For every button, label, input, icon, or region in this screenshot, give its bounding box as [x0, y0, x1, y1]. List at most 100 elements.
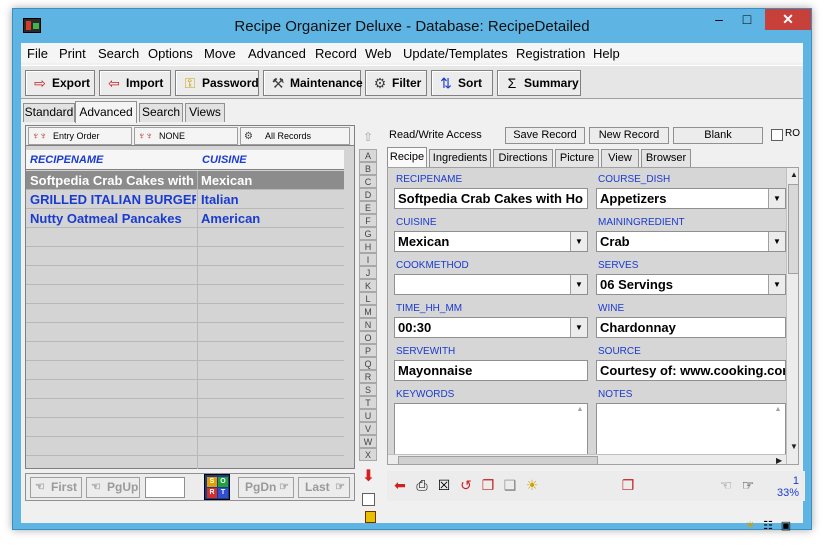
back-arrow-icon[interactable]: ⬅: [391, 476, 409, 494]
chevron-down-icon[interactable]: ▼: [768, 275, 785, 294]
menu-record[interactable]: Record: [315, 46, 357, 61]
alphabet-checkbox[interactable]: [362, 493, 375, 506]
maintenance-button[interactable]: ⚒ Maintenance: [263, 70, 363, 96]
scroll-up-icon[interactable]: ▲: [772, 406, 784, 416]
letter-b[interactable]: B: [359, 162, 377, 175]
hand-right-icon[interactable]: ☞: [739, 476, 757, 494]
letter-q[interactable]: Q: [359, 357, 377, 370]
letter-a[interactable]: A: [359, 149, 377, 162]
password-button[interactable]: ⚿ Password: [175, 70, 259, 96]
chevron-down-icon[interactable]: ▼: [768, 232, 785, 251]
scroll-thumb[interactable]: [788, 184, 798, 274]
letter-l[interactable]: L: [359, 292, 377, 305]
chevron-down-icon[interactable]: ▼: [570, 275, 587, 294]
tab-search[interactable]: Search: [139, 103, 183, 122]
entry-order-button[interactable]: ♆♆ Entry Order: [28, 127, 132, 145]
menu-registration[interactable]: Registration: [516, 46, 585, 61]
sort-button[interactable]: ⇅ Sort: [431, 70, 493, 96]
servewith-field[interactable]: Mayonnaise: [394, 360, 588, 381]
recipename-field[interactable]: Softpedia Crab Cakes with Ho: [394, 188, 588, 209]
delete-icon[interactable]: ☒: [435, 476, 453, 494]
letter-x[interactable]: X: [359, 448, 377, 461]
document-icon[interactable]: ☷: [761, 519, 775, 533]
cookmethod-select[interactable]: ▼: [394, 274, 588, 295]
letter-w[interactable]: W: [359, 435, 377, 448]
tab-standard[interactable]: Standard: [23, 103, 75, 122]
menu-options[interactable]: Options: [148, 46, 193, 61]
menu-advanced[interactable]: Advanced: [248, 46, 306, 61]
lightbulb-icon[interactable]: ☀: [743, 519, 757, 533]
tab-ingredients[interactable]: Ingredients: [429, 149, 491, 167]
menu-move[interactable]: Move: [204, 46, 236, 61]
chevron-down-icon[interactable]: ▼: [570, 318, 587, 337]
minimize-button[interactable]: –: [705, 9, 733, 30]
tab-picture[interactable]: Picture: [555, 149, 599, 167]
letter-j[interactable]: J: [359, 266, 377, 279]
table-row[interactable]: Nutty Oatmeal Pancakes American: [26, 209, 344, 228]
pgup-button[interactable]: ☜ PgUp: [86, 477, 140, 498]
scroll-up-icon[interactable]: ▲: [574, 406, 586, 416]
new-record-button[interactable]: New Record: [589, 127, 669, 144]
last-button[interactable]: ☞ Last: [298, 477, 350, 498]
letter-f[interactable]: F: [359, 214, 377, 227]
tab-advanced[interactable]: Advanced: [75, 101, 137, 123]
form-vertical-scrollbar[interactable]: ▲ ▼: [786, 168, 798, 464]
letter-c[interactable]: C: [359, 175, 377, 188]
mainingredient-select[interactable]: Crab ▼: [596, 231, 786, 252]
letter-g[interactable]: G: [359, 227, 377, 240]
letter-r[interactable]: R: [359, 370, 377, 383]
form-horizontal-scrollbar[interactable]: ▶: [388, 454, 786, 464]
undo-icon[interactable]: ↺: [457, 476, 475, 494]
summary-button[interactable]: Σ Summary: [497, 70, 581, 96]
goto-record-input[interactable]: [145, 477, 185, 498]
lightbulb-icon[interactable]: ☀: [523, 476, 541, 494]
paste-record-icon[interactable]: ❑: [501, 476, 519, 494]
import-button[interactable]: ⇦ Import: [99, 70, 171, 96]
pgdn-button[interactable]: ☞ PgDn: [238, 477, 294, 498]
tab-view[interactable]: View: [601, 149, 639, 167]
time-select[interactable]: 00:30 ▼: [394, 317, 588, 338]
scroll-right-icon[interactable]: ▶: [776, 456, 782, 464]
lock-icon[interactable]: ▣: [779, 519, 793, 533]
book-icon[interactable]: [365, 511, 376, 523]
course-dish-select[interactable]: Appetizers ▼: [596, 188, 786, 209]
close-button[interactable]: ✕: [765, 9, 811, 30]
tab-recipe[interactable]: Recipe: [387, 147, 427, 168]
letter-m[interactable]: M: [359, 305, 377, 318]
filter-button[interactable]: ⚙ Filter: [365, 70, 427, 96]
letter-o[interactable]: O: [359, 331, 377, 344]
letter-t[interactable]: T: [359, 396, 377, 409]
menu-help[interactable]: Help: [593, 46, 620, 61]
all-records-button[interactable]: ⚙ All Records: [240, 127, 350, 145]
letter-v[interactable]: V: [359, 422, 377, 435]
menu-file[interactable]: File: [27, 46, 48, 61]
copy-record-icon[interactable]: ❐: [479, 476, 497, 494]
red-down-arrow-icon[interactable]: ⬇: [361, 469, 376, 487]
menu-print[interactable]: Print: [59, 46, 86, 61]
export-record-icon[interactable]: ❐: [619, 476, 637, 494]
letter-n[interactable]: N: [359, 318, 377, 331]
letter-u[interactable]: U: [359, 409, 377, 422]
hand-left-icon[interactable]: ☜: [717, 476, 735, 494]
tab-views[interactable]: Views: [185, 103, 225, 122]
none-sort-button[interactable]: ♆♆ NONE: [134, 127, 238, 145]
chevron-down-icon[interactable]: ▼: [570, 232, 587, 251]
letter-s[interactable]: S: [359, 383, 377, 396]
menu-update-templates[interactable]: Update/Templates: [403, 46, 508, 61]
tab-browser[interactable]: Browser: [641, 149, 691, 167]
save-record-button[interactable]: Save Record: [505, 127, 585, 144]
sort-grid-button[interactable]: S O R T: [204, 474, 230, 500]
export-button[interactable]: ⇨ Export: [25, 70, 95, 96]
scroll-thumb[interactable]: [398, 456, 598, 464]
table-row[interactable]: Softpedia Crab Cakes with Mexican: [26, 171, 344, 190]
table-row[interactable]: GRILLED ITALIAN BURGER Italian: [26, 190, 344, 209]
chevron-down-icon[interactable]: ▼: [768, 189, 785, 208]
letter-k[interactable]: K: [359, 279, 377, 292]
source-field[interactable]: Courtesy of: www.cooking.com: [596, 360, 786, 381]
column-header-recipename[interactable]: RECIPENAME: [30, 154, 103, 166]
wine-field[interactable]: Chardonnay: [596, 317, 786, 338]
maximize-button[interactable]: □: [733, 9, 761, 30]
menu-web[interactable]: Web: [365, 46, 392, 61]
letter-d[interactable]: D: [359, 188, 377, 201]
letter-e[interactable]: E: [359, 201, 377, 214]
